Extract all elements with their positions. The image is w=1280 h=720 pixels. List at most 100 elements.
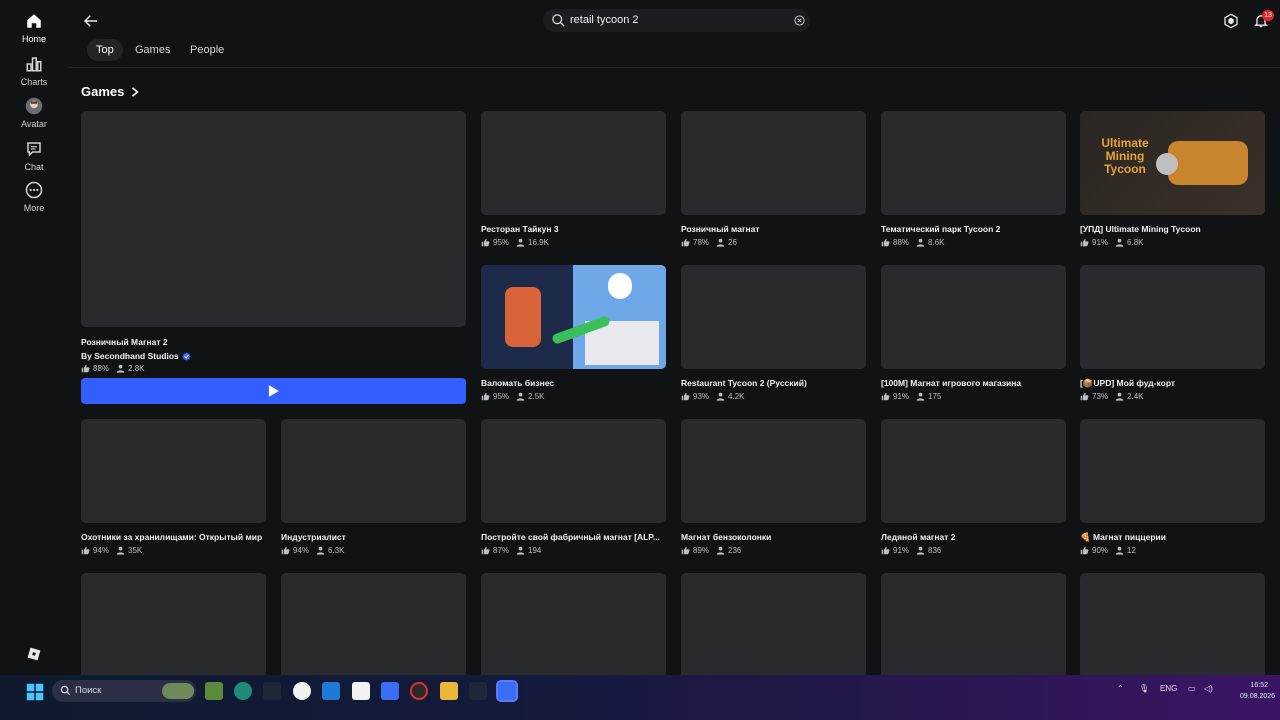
game-players: 175 [928, 392, 942, 401]
store-app-icon[interactable] [322, 682, 340, 700]
windows-start-icon[interactable] [26, 683, 44, 701]
roblox-studio-app-icon[interactable] [381, 682, 399, 700]
more-icon [25, 181, 43, 199]
game-card[interactable]: Индустриалист 94% 6.3K [281, 419, 466, 559]
section-title[interactable]: Games [81, 84, 124, 99]
game-players: 194 [528, 546, 542, 555]
game-thumbnail-partial[interactable] [481, 573, 666, 675]
game-stats: 78% 26 [681, 238, 737, 247]
robux-icon[interactable] [1223, 13, 1239, 29]
thumbs-up-icon [481, 238, 490, 247]
mining-thumbnail-text: Ultimate Mining Tycoon [1101, 136, 1149, 176]
thumbs-up-icon [681, 392, 690, 401]
volume-icon[interactable]: ◁) [1204, 684, 1213, 693]
players-icon [916, 238, 925, 247]
game-stats: 88% 8.6K [881, 238, 944, 247]
clear-search-icon[interactable] [794, 15, 805, 26]
game-card[interactable]: Валомать бизнес 95% 2.5K [481, 265, 666, 405]
thumbs-up-icon [881, 238, 890, 247]
thumbs-up-icon [81, 364, 90, 373]
game-title: Розничный магнат [681, 224, 760, 234]
tab-people[interactable]: People [181, 39, 233, 61]
game-card[interactable]: [100M] Магнат игрового магазина 91% 175 [881, 265, 1066, 405]
game-title: 🍕 Магнат пиццерии [1080, 532, 1166, 542]
game-thumbnail-partial[interactable] [281, 573, 466, 675]
game-thumbnail [1080, 265, 1265, 369]
game-thumbnail-partial[interactable] [881, 573, 1066, 675]
network-icon[interactable]: ▭ [1188, 684, 1196, 693]
game-thumbnail: Ultimate Mining Tycoon [1080, 111, 1265, 215]
play-button[interactable] [81, 378, 466, 404]
nav-label-charts: Charts [20, 77, 48, 87]
game-thumbnail [881, 111, 1066, 215]
back-arrow-icon[interactable] [82, 12, 100, 30]
tab-games[interactable]: Games [126, 39, 179, 61]
roblox-logo-icon[interactable] [27, 647, 41, 661]
nav-item-chat[interactable]: Chat [0, 140, 68, 172]
tray-chevron-icon[interactable]: ⌃ [1117, 684, 1124, 693]
game-stats: 95% 2.5K [481, 392, 544, 401]
apple-logo-icon [608, 273, 632, 299]
obs-app-icon[interactable] [410, 682, 428, 700]
microphone-icon[interactable]: 🎙 [1139, 684, 1149, 693]
steam-app-icon[interactable] [263, 682, 281, 700]
players-icon [1115, 392, 1124, 401]
featured-game-card[interactable]: Розничный Магнат 2 By Secondhand Studios… [81, 111, 466, 376]
featured-players: 2.8K [128, 364, 145, 373]
game-card[interactable]: Ресторан Тайкун 3 95% 16.9K [481, 111, 666, 251]
game-title: Охотники за хранилищами: Открытый мир [81, 532, 263, 542]
language-indicator[interactable]: ENG [1160, 684, 1177, 693]
game-card[interactable]: Охотники за хранилищами: Открытый мир 94%… [81, 419, 266, 559]
game-thumbnail [681, 265, 866, 369]
file-explorer-icon[interactable] [440, 682, 458, 700]
steam-app-icon-2[interactable] [469, 682, 487, 700]
clock-date: 09.08.2026 [1240, 693, 1276, 700]
game-thumbnail-partial[interactable] [681, 573, 866, 675]
messenger-app-icon[interactable] [352, 682, 370, 700]
nav-item-home[interactable]: Home [0, 12, 68, 44]
character-art [505, 287, 541, 347]
nav-item-charts[interactable]: Charts [0, 55, 68, 87]
game-card[interactable]: Тематический парк Tycoon 2 88% 8.6K [881, 111, 1066, 251]
chevron-right-icon[interactable] [130, 86, 140, 98]
game-rating: 94% [293, 546, 310, 555]
game-card[interactable]: Ледяной магнат 2 91% 836 [881, 419, 1066, 559]
nav-item-more[interactable]: More [0, 181, 68, 213]
game-card[interactable]: Ultimate Mining Tycoon [УПД] Ultimate Min… [1080, 111, 1265, 251]
yandex-browser-icon[interactable] [293, 682, 311, 700]
thumbs-up-icon [1080, 392, 1089, 401]
players-icon [516, 546, 525, 555]
taskbar-search-icon [60, 685, 71, 696]
game-stats: 93% 4.2K [681, 392, 744, 401]
game-card[interactable]: 🍕 Магнат пиццерии 90% 12 [1080, 419, 1265, 559]
game-stats: 91% 836 [881, 546, 941, 555]
featured-title: Розничный Магнат 2 [81, 337, 168, 347]
nav-label-more: More [23, 203, 45, 213]
game-card[interactable]: [📦UPD] Мой фуд-корт 73% 2.4K [1080, 265, 1265, 405]
game-thumbnail [881, 419, 1066, 523]
taskbar-clock[interactable]: 16:52 09.08.2026 [1240, 680, 1276, 702]
game-card[interactable]: Restaurant Tycoon 2 (Русский) 93% 4.2K [681, 265, 866, 405]
game-rating: 90% [1092, 546, 1109, 555]
game-stats: 73% 2.4K [1080, 392, 1143, 401]
drill-vehicle-icon [1168, 141, 1248, 185]
game-thumbnail [681, 111, 866, 215]
tab-top[interactable]: Top [87, 39, 123, 61]
search-input[interactable]: retail tycoon 2 [543, 9, 810, 32]
taskbar-search[interactable]: Поиск [52, 680, 196, 702]
game-thumbnail [81, 419, 266, 523]
game-card[interactable]: Розничный магнат 78% 26 [681, 111, 866, 251]
taskbar-search-label: Поиск [75, 685, 102, 696]
game-thumbnail-partial[interactable] [81, 573, 266, 675]
game-players: 4.2K [728, 392, 745, 401]
game-title: [📦UPD] Мой фуд-корт [1080, 378, 1176, 388]
game-card[interactable]: Магнат бензоколонки 89% 236 [681, 419, 866, 559]
edge-app-icon[interactable] [234, 682, 252, 700]
nav-item-avatar[interactable]: Avatar [0, 97, 68, 129]
minecraft-app-icon[interactable] [205, 682, 223, 700]
roblox-app-icon[interactable] [496, 680, 518, 702]
game-thumbnail [481, 111, 666, 215]
game-thumbnail-partial[interactable] [1080, 573, 1265, 675]
game-card[interactable]: Постройте свой фабричный магнат [ALP... 8… [481, 419, 666, 559]
thumbs-up-icon [1080, 546, 1089, 555]
